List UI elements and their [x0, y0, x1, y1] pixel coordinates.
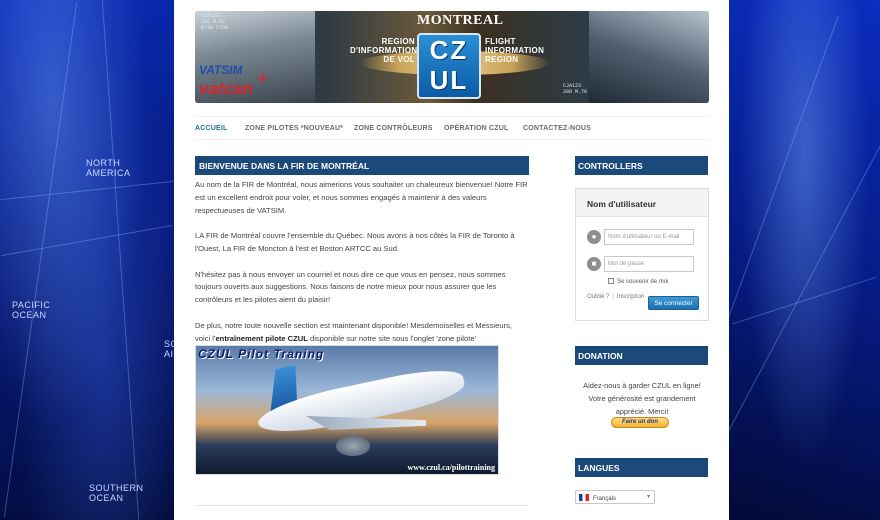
vatsim-logo: VATSIM — [199, 63, 243, 77]
remember-checkbox[interactable] — [608, 278, 614, 284]
remember-me[interactable]: Se souvenir de moi — [608, 278, 668, 285]
post-paragraph-4: De plus, notre toute nouvelle section es… — [195, 320, 512, 343]
pilot-training-banner-image[interactable]: CZUL Pilot Traning www.czul.ca/pilottrai… — [195, 345, 499, 475]
chevron-down-icon: ▾ — [646, 494, 650, 500]
plane-wing — [306, 416, 426, 430]
image-url: www.czul.ca/pilottraining — [407, 463, 495, 472]
main-nav: ACCUEIL ZONE PILOTES *NOUVEAU* ZONE CONT… — [195, 116, 709, 140]
register-link[interactable]: Inscription — [617, 294, 644, 300]
lock-icon: ■ — [587, 257, 601, 271]
map-label-southern-ocean: SOUTHERN OCEAN — [89, 483, 144, 503]
password-input[interactable]: Mot de passe — [604, 256, 694, 272]
french-flag-icon — [579, 494, 589, 501]
plane-engine — [336, 436, 370, 456]
post-title[interactable]: BIENVENUE DANS LA FIR DE MONTRÉAL — [195, 156, 529, 175]
map-label-fragment: SOAI — [164, 339, 174, 359]
vatcan-logo: vatcan — [199, 79, 253, 98]
pilot-training-link[interactable]: entraînement pilote CZUL — [215, 334, 307, 343]
post-paragraph-3: N'hésitez pas à nous envoyer un courriel… — [195, 269, 506, 305]
radar-readout: CJA123 350 M.82 B738 CYOW — [201, 13, 229, 31]
airplane-icon: ✈ — [257, 70, 269, 86]
nav-item-operation-czul[interactable]: OPÉRATION CZUL — [444, 125, 509, 132]
donate-button[interactable]: Faire un don — [611, 417, 669, 428]
username-row: ● Nom d'utilisateur ou E-mail — [587, 229, 699, 246]
post-paragraph-1: Au nom de la FIR de Montréal, nous aimer… — [195, 180, 528, 215]
radar-readout-2: CJA123 280 M.78 — [563, 83, 588, 95]
password-row: ■ Mot de passe — [587, 256, 699, 273]
donation-text: Aidez-nous à garder CZUL en ligne! Votre… — [583, 381, 701, 416]
widget-title-donation: DONATION — [575, 346, 708, 365]
map-label-north-america: NORTH AMERICA — [86, 158, 131, 178]
widget-title-languages: LANGUES — [575, 458, 708, 477]
login-button[interactable]: Se connecter — [648, 296, 699, 310]
map-label-pacific-ocean: PACIFIC OCEAN — [12, 300, 51, 320]
username-input[interactable]: Nom d'utilisateur ou E-mail — [604, 229, 694, 245]
background-right-panel — [729, 0, 880, 520]
banner-en-label: FLIGHT INFORMATION REGION — [485, 37, 545, 64]
nav-item-contact[interactable]: CONTACTEZ-NOUS — [523, 125, 591, 132]
language-select[interactable]: Français ▾ — [575, 490, 655, 504]
widget-title-controllers: CONTROLLERS — [575, 156, 708, 175]
atc-image-right — [589, 11, 709, 103]
post-paragraph-2: LA FIR de Montréal couvre l'ensemble du … — [195, 231, 515, 253]
banner-fr-label: REGION D'INFORMATION DE VOL — [350, 37, 418, 64]
nav-item-zone-controleurs[interactable]: ZONE CONTRÔLEURS — [354, 125, 433, 132]
image-title: CZUL Pilot Traning — [198, 347, 325, 361]
login-links: Oublié ? | Inscription — [587, 294, 645, 300]
user-icon: ● — [587, 230, 601, 244]
post-divider — [195, 505, 529, 506]
banner-city: MONTREAL — [417, 13, 504, 28]
forgot-link[interactable]: Oublié ? — [587, 294, 609, 300]
page-container: CJA123 350 M.82 B738 CYOW CJA123 280 M.78 M… — [174, 0, 729, 520]
post-content: Au nom de la FIR de Montréal, nous aimer… — [195, 179, 529, 358]
login-widget: Nom d'utilisateur ● Nom d'utilisateur ou… — [575, 188, 709, 321]
header-banner[interactable]: CJA123 350 M.82 B738 CYOW CJA123 280 M.78 M… — [195, 11, 709, 103]
background-left-panel: NORTHAMERICA PACIFICOCEAN SOAI SOUTHERNO… — [0, 0, 174, 520]
czul-badge: CZ UL — [417, 33, 481, 99]
login-heading: Nom d'utilisateur — [576, 189, 708, 217]
nav-item-accueil[interactable]: ACCUEIL — [195, 125, 228, 132]
nav-item-zone-pilotes[interactable]: ZONE PILOTES *NOUVEAU* — [245, 125, 343, 132]
